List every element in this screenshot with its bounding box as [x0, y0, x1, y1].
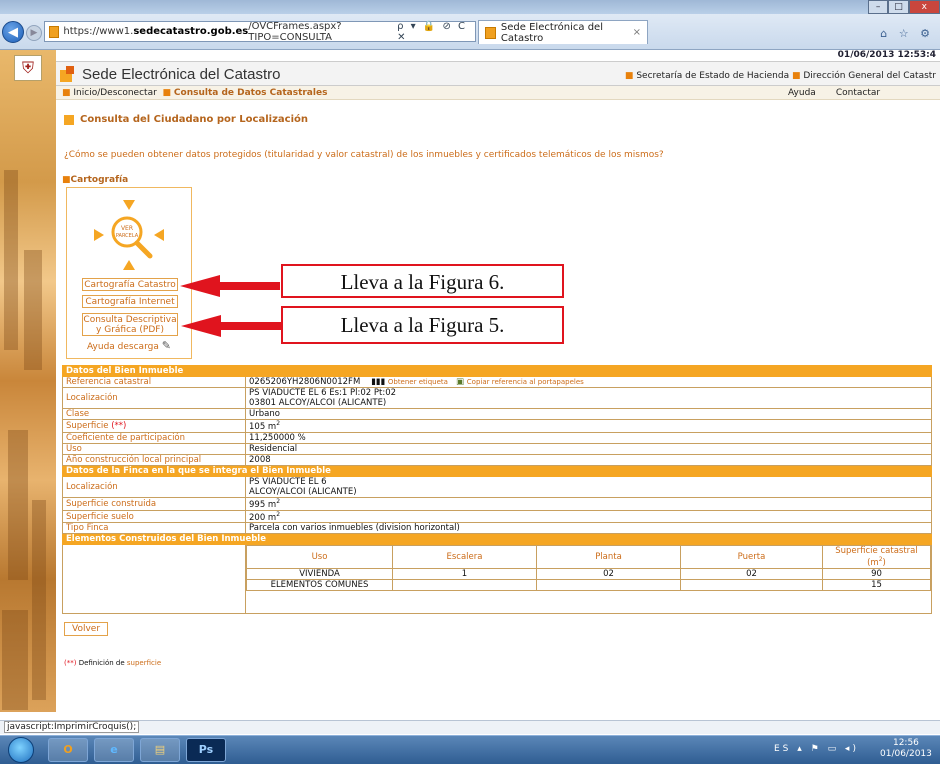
window-controls: – □ x	[868, 0, 940, 14]
file-explorer-taskbar-icon[interactable]: ▤	[140, 738, 180, 762]
catastro-logo-icon	[60, 66, 78, 84]
address-bar-controls[interactable]: ρ ▾ 🔒 ⊘ C ✕	[397, 21, 475, 43]
minimize-button[interactable]: –	[868, 0, 889, 14]
internet-explorer-taskbar-icon[interactable]: e	[94, 738, 134, 762]
superficie-footnote-link[interactable]: (**)	[111, 421, 126, 431]
svg-text:VER: VER	[121, 225, 133, 232]
svg-text:PARCELA: PARCELA	[116, 233, 139, 239]
forward-button[interactable]: ▶	[26, 25, 42, 41]
url-prefix: https://www1.	[63, 26, 134, 37]
download-help-icon: ✎	[161, 339, 171, 352]
elementos-table: Uso Escalera Planta Puerta Superficie ca…	[246, 545, 931, 592]
date-bar: 01/06/2013 12:53:4	[56, 50, 940, 62]
menu-consulta[interactable]: Consulta de Datos Catastrales	[174, 88, 328, 98]
obtener-etiqueta-link[interactable]: Obtener etiqueta	[388, 378, 448, 386]
link-direccion-general[interactable]: Dirección General del Catastr	[803, 71, 936, 81]
table-row: Superficie (**) 105 m2	[62, 419, 932, 433]
table-row: Coeficiente de participación 11,250000 %	[62, 431, 932, 444]
superficie-link[interactable]: superficie	[127, 659, 161, 667]
annotation-figura-6: Lleva a la Figura 6.	[281, 264, 564, 298]
elementos-header: Elementos Construidos del Bien Inmueble	[62, 533, 932, 546]
finca-header: Datos de la Finca en la que se integra e…	[62, 464, 932, 477]
ver-parcela-icon[interactable]: VER PARCELA	[92, 198, 166, 272]
cartografia-internet-button[interactable]: Cartografía Internet	[82, 295, 178, 308]
browser-tab[interactable]: Sede Electrónica del Catastro ×	[478, 20, 648, 44]
site-title: Sede Electrónica del Catastro	[82, 66, 281, 83]
annotation-figura-5: Lleva a la Figura 5.	[281, 306, 564, 344]
browser-toolbar-icons[interactable]: ⌂ ☆ ⚙	[880, 27, 934, 40]
annotation-arrow-1	[180, 275, 280, 297]
cartografia-catastro-button[interactable]: Cartografía Catastro	[82, 278, 178, 291]
address-bar[interactable]: https://www1. sedecatastro.gob.es/OVCFram…	[44, 20, 476, 43]
status-text: javascript:ImprimirCroquis();	[4, 721, 140, 733]
table-row: Uso Escalera Planta Puerta Superficie ca…	[62, 544, 932, 615]
table-row: ELEMENTOS COMUNES 15	[246, 579, 931, 592]
table-row: Uso Residencial	[62, 442, 932, 455]
taskbar-clock[interactable]: 12:56 01/06/2013	[880, 738, 932, 760]
maximize-button[interactable]: □	[888, 0, 909, 14]
page-title: Consulta del Ciudadano por Localización	[64, 114, 308, 125]
window-titlebar	[0, 0, 940, 14]
url-domain: sedecatastro.gob.es	[133, 26, 249, 37]
table-row: Superficie construida 995 m2	[62, 496, 932, 511]
table-row: Superficie suelo 200 m2	[62, 509, 932, 524]
decorative-city-strip	[0, 50, 56, 712]
url-path: /OVCFrames.aspx?TIPO=CONSULTA	[248, 20, 342, 43]
coat-of-arms-icon: ⛨	[14, 55, 42, 81]
cartografia-label: ■Cartografía	[62, 175, 129, 185]
copiar-referencia-link[interactable]: Copiar referencia al portapapeles	[467, 378, 584, 386]
table-row: Tipo Finca Parcela con varios inmuebles …	[62, 522, 932, 535]
menu-right: Ayuda Contactar	[788, 88, 880, 98]
tab-close-icon[interactable]: ×	[633, 27, 641, 38]
clipboard-icon[interactable]: ▣	[456, 377, 464, 387]
table-row: Localización PS VIADUCTE EL 6 ALCOY/ALCOI…	[62, 475, 932, 498]
annotation-arrow-2	[181, 315, 281, 337]
volver-button[interactable]: Volver	[64, 622, 108, 636]
tab-favicon-icon	[485, 26, 496, 39]
status-bar	[0, 720, 940, 734]
link-secretaria[interactable]: Secretaría de Estado de Hacienda	[636, 71, 789, 81]
menu-contactar[interactable]: Contactar	[836, 88, 880, 98]
tab-title: Sede Electrónica del Catastro	[500, 21, 603, 44]
datos-table: Datos del Bien Inmueble Referencia catas…	[62, 365, 932, 615]
table-row: Referencia catastral 0265206YH2806N0012F…	[62, 376, 932, 388]
table-row: Localización PS VIADUCTE EL 6 Es:1 Pl:02…	[62, 387, 932, 409]
menu-inicio[interactable]: Inicio/Desconectar	[73, 88, 156, 98]
title-square-icon	[64, 114, 74, 125]
consulta-descriptiva-button[interactable]: Consulta Descriptiva y Gráfica (PDF)	[82, 313, 178, 336]
referencia-catastral: 0265206YH2806N0012FM	[249, 377, 361, 387]
menu-left: ■ Inicio/Desconectar ■ Consulta de Datos…	[62, 88, 328, 98]
table-row: Año construcción local principal 2008	[62, 453, 932, 466]
table-row: Clase Urbano	[62, 408, 932, 420]
superficie-definition: (**) Definición de superficie	[64, 659, 162, 667]
start-button-icon[interactable]	[8, 737, 34, 763]
barcode-icon[interactable]: ▮▮▮	[371, 377, 385, 387]
protected-data-link[interactable]: ¿Cómo se pueden obtener datos protegidos…	[64, 150, 664, 160]
back-button[interactable]: ◀	[2, 21, 24, 43]
header-date: 01/06/2013 12:53:4	[837, 50, 936, 60]
table-row: VIVIENDA 1 02 02 90	[246, 568, 931, 581]
bien-inmueble-header: Datos del Bien Inmueble	[62, 365, 932, 377]
site-favicon-icon	[49, 25, 60, 38]
outlook-taskbar-icon[interactable]: O	[48, 738, 88, 762]
ayuda-descarga-link[interactable]: Ayuda descarga ✎	[87, 339, 171, 352]
system-tray[interactable]: ES ▴ ⚑ ▭ ◂)	[774, 744, 859, 754]
menu-ayuda[interactable]: Ayuda	[788, 88, 816, 98]
close-window-button[interactable]: x	[908, 0, 940, 14]
header-links: ■ Secretaría de Estado de Hacienda ■ Dir…	[624, 71, 936, 81]
photoshop-taskbar-icon[interactable]: Ps	[186, 738, 226, 762]
